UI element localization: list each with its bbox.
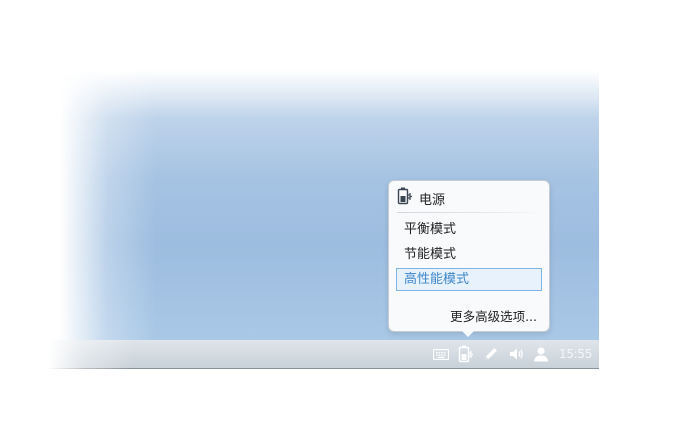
screen: 15:55 电源 平衡模式 节能模式 高性能模式 更多高级选项... [0,0,685,438]
popup-arrow [462,331,474,337]
divider [397,212,541,213]
popup-header: 电源 [397,187,446,209]
user-icon[interactable] [530,343,552,365]
battery-plug-icon [397,187,413,209]
keyboard-icon[interactable] [430,343,452,365]
speaker-icon[interactable] [505,343,527,365]
mode-high-performance[interactable]: 高性能模式 [396,268,542,291]
mode-balanced[interactable]: 平衡模式 [396,218,542,241]
clock[interactable]: 15:55 [559,347,592,361]
more-advanced-options-link[interactable]: 更多高级选项... [450,306,537,325]
mode-power-saver[interactable]: 节能模式 [396,243,542,266]
system-tray: 15:55 [430,340,592,368]
power-popup: 电源 平衡模式 节能模式 高性能模式 更多高级选项... [388,180,550,332]
battery-plug-icon[interactable] [455,343,477,365]
pen-icon[interactable] [480,343,502,365]
popup-title: 电源 [419,192,446,208]
